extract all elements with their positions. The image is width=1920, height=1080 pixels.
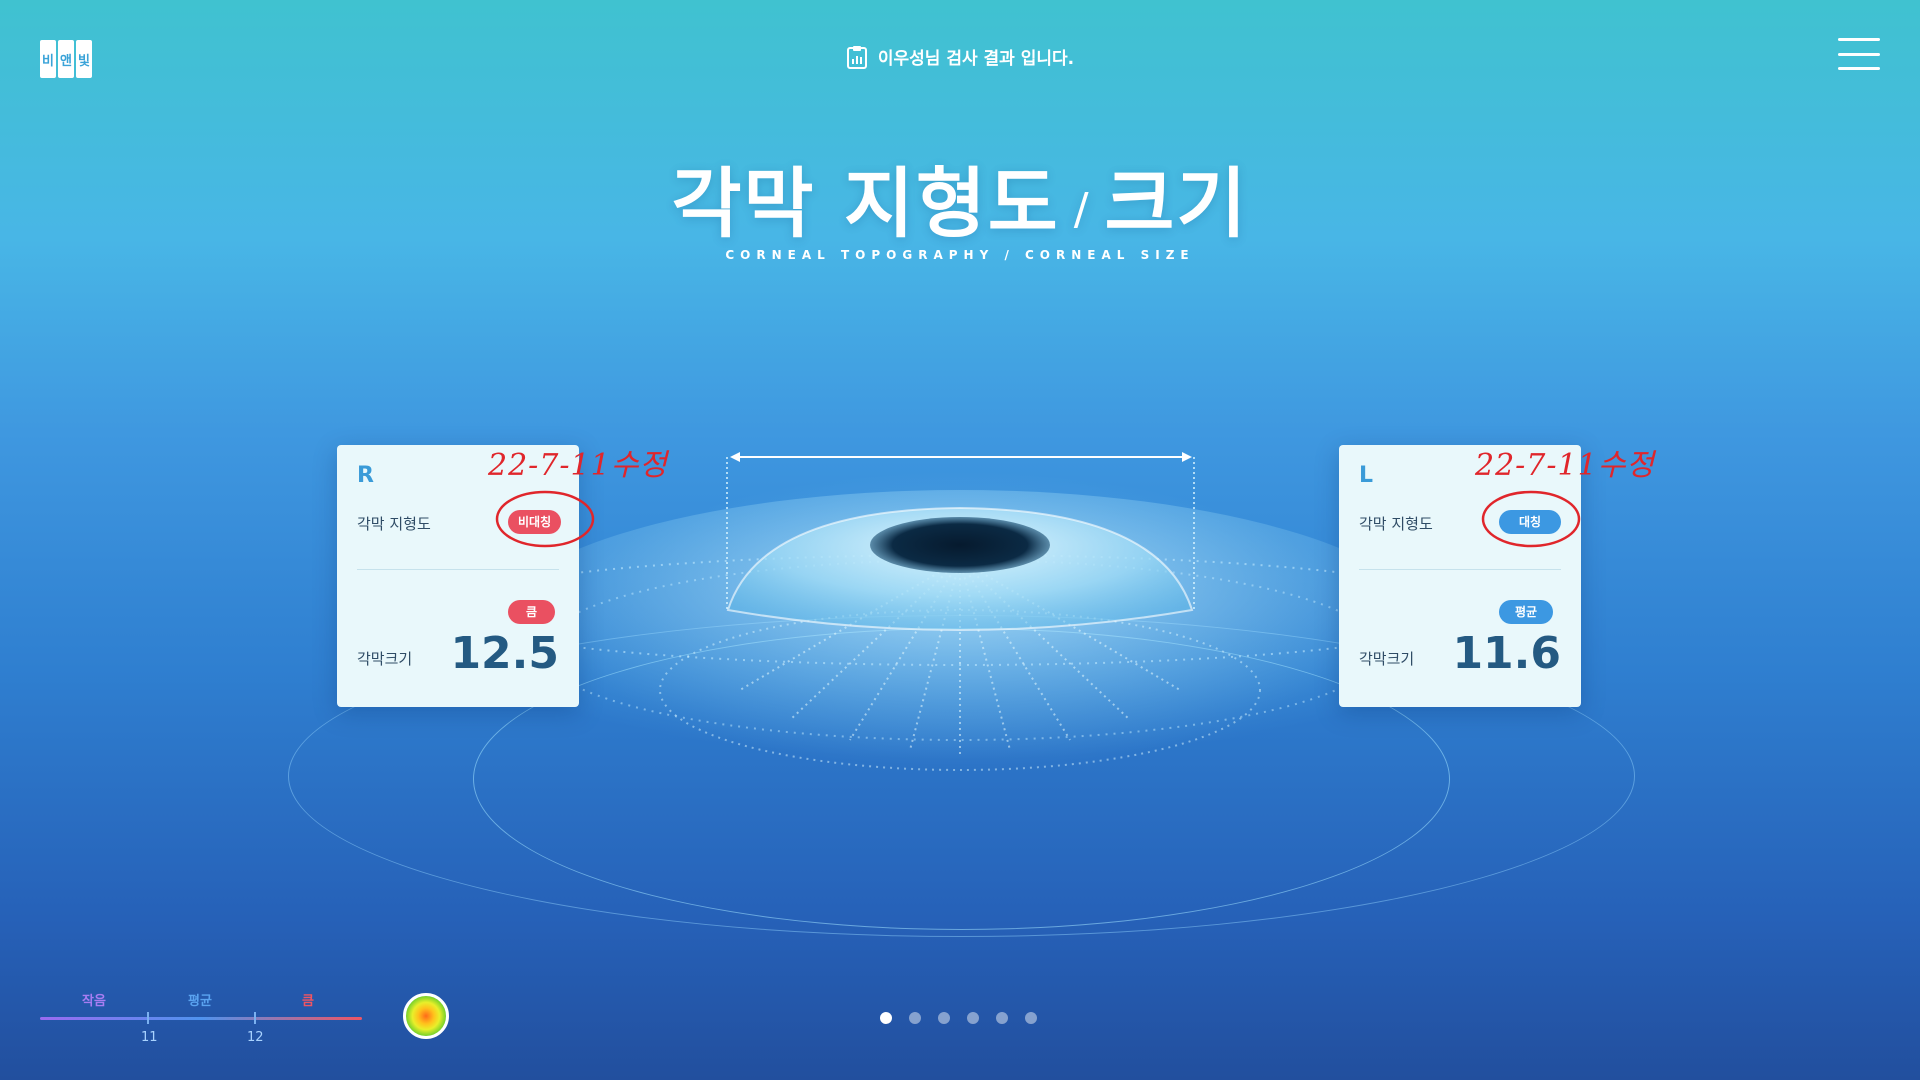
page-dot-2[interactable] [909,1012,921,1024]
page-dot-6[interactable] [1025,1012,1037,1024]
page-title: 각막 지형도 / 크기 [0,142,1920,252]
size-legend: 작음 평균 큼 11 12 [40,990,362,1046]
size-badge: 평균 [1499,600,1554,624]
annotation-circle [1481,490,1581,548]
size-label: 각막크기 [357,650,413,668]
page-dot-3[interactable] [938,1012,950,1024]
title-left: 각막 지형도 [671,159,1060,248]
annotation-circle [495,490,595,548]
pupil [870,517,1050,573]
title-right: 크기 [1104,159,1249,248]
page-subtitle: CORNEAL TOPOGRAPHY / CORNEAL SIZE [725,248,1195,262]
handwritten-note: 22-7-11수정 [1475,448,1655,483]
legend-tick-label: 11 [141,1030,158,1045]
page-dot-4[interactable] [967,1012,979,1024]
left-eye-card: L 각막 지형도 대칭 평균 각막크기 11.6 [1339,445,1581,707]
legend-tick [254,1012,256,1024]
size-badge: 큼 [508,600,556,624]
clipboard-chart-icon [846,45,867,69]
legend-bar [40,1017,362,1020]
eye-side-label: L [1359,463,1374,488]
legend-small: 작음 [82,994,106,1009]
topography-label: 각막 지형도 [357,515,431,533]
page-dot-1[interactable] [880,1012,892,1024]
legend-average: 평균 [188,994,212,1009]
result-header: 이우성님 검사 결과 입니다. [0,44,1920,69]
legend-large: 큼 [302,994,314,1009]
pagination [880,1012,1037,1024]
legend-tick-label: 12 [247,1030,264,1045]
title-slash: / [1073,183,1091,235]
size-value: 11.6 [1452,628,1561,679]
page-dot-5[interactable] [996,1012,1008,1024]
corneal-heatmap-icon[interactable] [403,993,449,1039]
handwritten-note: 22-7-11수정 [488,448,668,483]
card-divider [1359,569,1561,570]
result-title: 이우성님 검사 결과 입니다. [877,49,1075,69]
eye-side-label: R [357,463,374,488]
right-eye-card: R 각막 지형도 비대칭 큼 각막크기 12.5 [337,445,579,707]
legend-tick [147,1012,149,1024]
size-label: 각막크기 [1359,650,1415,668]
size-value: 12.5 [450,628,559,679]
card-divider [357,569,559,570]
hamburger-menu-icon[interactable] [1838,38,1880,70]
topography-label: 각막 지형도 [1359,515,1433,533]
